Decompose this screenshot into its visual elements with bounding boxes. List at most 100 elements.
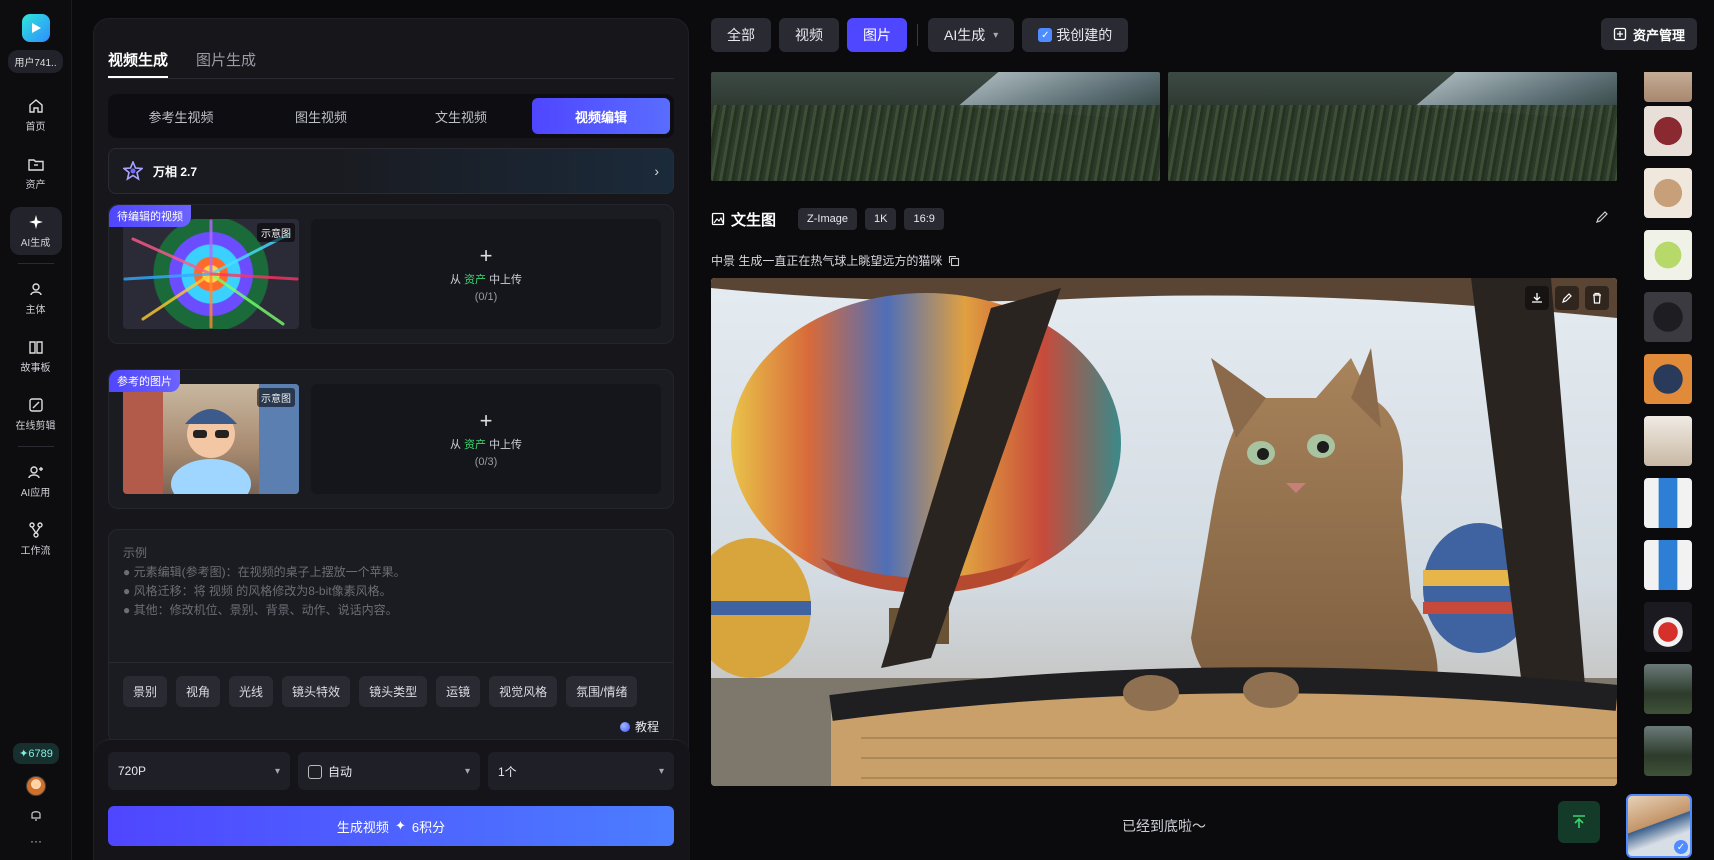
assets-link[interactable]: 资产 — [464, 274, 486, 286]
previous-result-image[interactable] — [711, 72, 1160, 181]
rail-item-home[interactable]: 首页 — [10, 91, 62, 139]
generated-image[interactable] — [711, 278, 1617, 786]
rail-item-workflow[interactable]: 工作流 — [10, 515, 62, 563]
home-icon — [28, 99, 43, 113]
credits-badge[interactable]: ✦6789 — [13, 743, 59, 764]
chip-shot-size[interactable]: 景别 — [123, 676, 168, 707]
history-thumbnail[interactable] — [1644, 168, 1692, 218]
rail-item-label: 工作流 — [20, 546, 51, 557]
result-title-text: 文生图 — [731, 211, 777, 229]
sparkle-icon: ✦ — [19, 748, 29, 760]
upload-count: (0/3) — [474, 456, 498, 468]
upload-hint: 从 资产 中上传 — [450, 436, 522, 452]
sparkle-icon: ✦ — [394, 818, 406, 833]
chevron-down-icon: ▾ — [464, 765, 470, 777]
reference-image-card: 示意图 + 从 资产 中上传 (0/3) 参考的图片 — [108, 369, 674, 509]
chip-lens-type[interactable]: 镜头类型 — [359, 676, 428, 707]
chip-mood[interactable]: 氛围/情绪 — [566, 676, 638, 707]
arrow-up-icon — [1573, 815, 1585, 828]
asset-manager-button[interactable]: 资产管理 — [1601, 18, 1698, 50]
filter-video[interactable]: 视频 — [779, 18, 839, 52]
filter-all[interactable]: 全部 — [711, 18, 771, 52]
checkbox-checked-icon: ✓ — [1038, 28, 1053, 42]
rail-item-ai-generate[interactable]: AI生成 — [9, 207, 62, 255]
rail-item-assets[interactable]: 资产 — [10, 149, 62, 197]
scroll-to-top-button[interactable] — [1558, 801, 1600, 843]
resolution-select[interactable]: 720P ▾ — [108, 752, 290, 790]
mine-label: 我创建的 — [1056, 27, 1113, 43]
history-thumbnail[interactable] — [1644, 354, 1692, 404]
video-sample-thumbnail: 示意图 — [123, 219, 299, 329]
selected-history-thumbnail[interactable]: ✓ — [1626, 794, 1692, 858]
edit-icon[interactable] — [1555, 286, 1579, 310]
chip-view-angle[interactable]: 视角 — [176, 676, 221, 707]
segment-text-to-video[interactable]: 文生视频 — [392, 98, 530, 134]
app-logo[interactable] — [21, 14, 50, 42]
chevron-right-icon: › — [654, 163, 659, 179]
upload-video-dropzone[interactable]: + 从 资产 中上传 (0/1) — [311, 219, 661, 329]
bell-icon[interactable] — [29, 808, 43, 822]
trash-icon[interactable] — [1585, 286, 1609, 310]
download-icon[interactable] — [1525, 286, 1549, 310]
end-of-list-text: 已经到底啦～ — [1122, 818, 1206, 834]
auto-select[interactable]: 自动 ▾ — [298, 752, 480, 790]
avatar[interactable] — [26, 776, 46, 796]
prompt-placeholder: 示例 ● 元素编辑(参考图)：在视频的桌子上摆放一个苹果。 ● 风格迁移：将 视… — [123, 544, 406, 620]
count-select[interactable]: 1个 ▾ — [488, 752, 674, 790]
rail-item-storyboard[interactable]: 故事板 — [10, 332, 62, 380]
history-thumbnail[interactable] — [1644, 478, 1692, 528]
rail-item-subject[interactable]: 主体 — [10, 274, 62, 322]
segment-reference-video[interactable]: 参考生视频 — [112, 98, 250, 134]
rail-item-online-edit[interactable]: 在线剪辑 — [10, 390, 62, 438]
previous-result-image[interactable] — [1168, 72, 1617, 181]
tab-video-generation[interactable]: 视频生成 — [108, 49, 169, 78]
copy-icon[interactable] — [948, 255, 960, 267]
chip-lens-effect[interactable]: 镜头特效 — [282, 676, 351, 707]
auto-value-wrap: 自动 — [308, 763, 352, 780]
chip-visual-style[interactable]: 视觉风格 — [489, 676, 558, 707]
history-thumbnail[interactable] — [1644, 230, 1692, 280]
mode-segmented-control: 参考生视频 图生视频 文生视频 视频编辑 — [108, 94, 674, 138]
placeholder-line: ● 元素编辑(参考图)：在视频的桌子上摆放一个苹果。 — [123, 565, 406, 579]
history-thumbnail[interactable] — [1644, 602, 1692, 652]
results-feed[interactable]: 文生图 Z-Image 1K 16:9 中景 生成一直正在热气球上眺望远方的猫咪 — [711, 72, 1617, 860]
segment-image-to-video[interactable]: 图生视频 — [252, 98, 390, 134]
chip-lighting[interactable]: 光线 — [229, 676, 274, 707]
thumbnail-strip — [1640, 72, 1692, 860]
grass-area — [1168, 104, 1617, 181]
upload-image-dropzone[interactable]: + 从 资产 中上传 (0/3) — [311, 384, 661, 494]
tutorial-link[interactable]: 教程 — [619, 718, 659, 735]
rail-item-label: 主体 — [25, 305, 46, 316]
card-tag: 待编辑的视频 — [109, 205, 191, 227]
plus-icon: + — [479, 408, 493, 433]
more-icon[interactable]: ··· — [30, 834, 42, 848]
history-thumbnail[interactable] — [1644, 292, 1692, 342]
history-thumbnail[interactable] — [1644, 416, 1692, 466]
history-thumbnail[interactable] — [1644, 664, 1692, 714]
assets-link[interactable]: 资产 — [464, 439, 486, 451]
ai-generate-dropdown[interactable]: AI生成 ▾ — [928, 18, 1015, 52]
pencil-icon[interactable] — [1595, 210, 1609, 224]
generate-label: 生成视频 — [336, 819, 389, 835]
resolution-tag: 1K — [864, 208, 897, 230]
rail-item-ai-apps[interactable]: AI应用 — [10, 457, 62, 505]
model-selector[interactable]: 万相 2.7 › — [108, 148, 674, 194]
user-chip[interactable]: 用户741.. — [8, 50, 63, 73]
folder-icon — [27, 159, 44, 171]
generate-video-button[interactable]: 生成视频 ✦ 6积分 — [108, 806, 674, 846]
play-icon — [31, 23, 41, 33]
generation-panel: 视频生成 图片生成 参考生视频 图生视频 文生视频 视频编辑 万相 2.7 › — [93, 18, 690, 860]
history-thumbnail[interactable] — [1644, 540, 1692, 590]
mine-filter[interactable]: ✓ 我创建的 — [1022, 18, 1129, 52]
auto-checkbox[interactable] — [308, 765, 322, 780]
tab-image-generation[interactable]: 图片生成 — [196, 49, 256, 78]
asset-manage-icon — [1613, 27, 1627, 41]
chevron-down-icon: ▾ — [993, 29, 999, 41]
prompt-textarea[interactable]: 示例 ● 元素编辑(参考图)：在视频的桌子上摆放一个苹果。 ● 风格迁移：将 视… — [108, 529, 674, 743]
filter-image[interactable]: 图片 — [847, 18, 907, 52]
chip-camera-move[interactable]: 运镜 — [436, 676, 481, 707]
segment-video-edit[interactable]: 视频编辑 — [532, 98, 670, 134]
history-thumbnail[interactable] — [1644, 72, 1692, 102]
history-thumbnail[interactable] — [1644, 726, 1692, 776]
history-thumbnail[interactable] — [1644, 106, 1692, 156]
